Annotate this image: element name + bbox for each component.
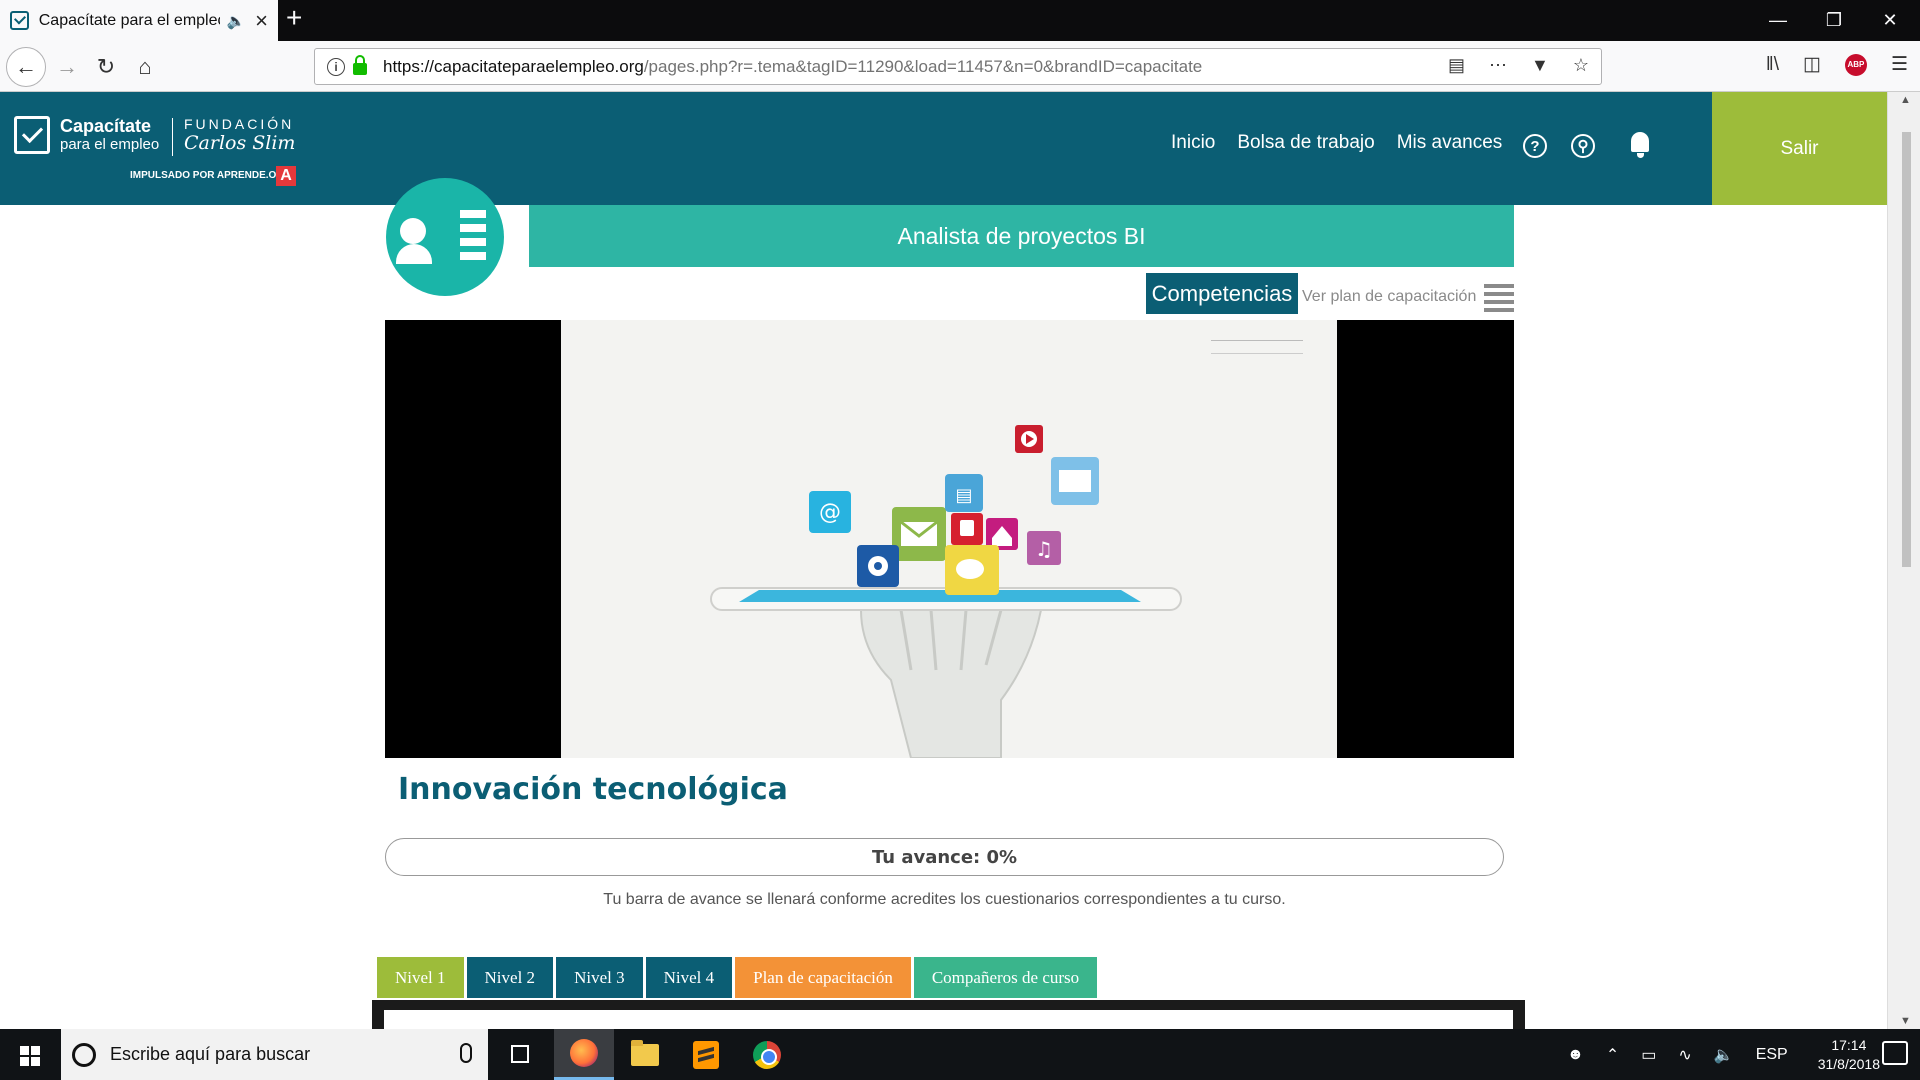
home-icon[interactable]: ⌂ [128,50,162,84]
wifi-icon[interactable]: ∿ [1678,1045,1691,1065]
browser-tab-strip: Capacítate para el empleo 🔈 × + — ❐ ✕ [0,0,1920,41]
site-header: Capacítate para el empleo FUNDACIÓN Carl… [0,92,1887,205]
people-icon[interactable]: ☻ [1567,1046,1584,1064]
svg-text:♫: ♫ [1035,537,1053,561]
system-tray: ☻ ⌃ ▭ ∿ 🔈 ESP 17:14 31/8/2018 [1545,1029,1920,1080]
person-icon [400,218,426,244]
scroll-down-icon[interactable]: ▼ [1900,1015,1911,1027]
site-favicon-icon [10,11,29,30]
checklist-logo-icon [14,116,50,154]
new-tab-button[interactable]: + [286,4,302,32]
reader-view-icon[interactable]: ▤ [1448,55,1465,76]
nav-inicio[interactable]: Inicio [1171,132,1215,154]
tab-title: Capacítate para el empleo [38,11,221,29]
course-icon [386,178,504,296]
url-text[interactable]: https://capacitateparaelempleo.org/pages… [383,57,1202,77]
bookmark-star-icon[interactable]: ☆ [1573,55,1589,76]
browser-tab[interactable]: Capacítate para el empleo 🔈 × [0,0,278,41]
speaker-icon[interactable]: 🔈 [226,12,245,30]
close-tab-icon[interactable]: × [255,9,268,32]
plan-list-icon[interactable] [1484,284,1514,312]
clock-time: 17:14 [1831,1036,1867,1053]
logo-carlos-slim: Carlos Slim [184,132,296,154]
logo-impulsado: IMPULSADO POR APRENDE.ORG [130,170,292,181]
logout-button[interactable]: Salir [1712,92,1887,205]
taskbar-clock[interactable]: 17:14 31/8/2018 [1818,1036,1880,1074]
chrome-taskbar-icon[interactable] [737,1029,797,1080]
file-explorer-taskbar-icon[interactable] [615,1029,675,1080]
language-indicator[interactable]: ESP [1756,1046,1788,1064]
back-icon[interactable]: ← [6,47,46,87]
url-bar[interactable]: i https://capacitateparaelempleo.org/pag… [314,48,1602,85]
forward-icon[interactable]: → [50,50,84,84]
notifications-bell-icon[interactable] [1628,132,1652,158]
logo-divider [172,118,173,156]
action-center-icon[interactable] [1882,1041,1908,1065]
scrollbar-thumb[interactable] [1902,132,1911,567]
tab-nivel-1[interactable]: Nivel 1 [377,957,464,998]
pocket-icon[interactable]: ▼ [1531,55,1549,76]
taskbar-search-placeholder[interactable]: Escribe aquí para buscar [110,1044,310,1065]
firefox-taskbar-icon[interactable] [554,1029,614,1080]
logo-subtitle: para el empleo [60,136,160,153]
course-title: Innovación tecnológica [398,772,788,807]
battery-icon[interactable]: ▭ [1641,1045,1656,1065]
page-actions-icon[interactable]: ⋯ [1489,55,1507,76]
lock-icon [353,55,367,75]
show-hidden-icons-icon[interactable]: ⌃ [1606,1045,1619,1065]
video-frame[interactable]: @ ▤ ♫ [561,320,1337,758]
tab-nivel-4[interactable]: Nivel 4 [645,957,733,998]
microphone-icon[interactable] [460,1043,472,1063]
logo-name: Capacítate [60,116,152,136]
page-scrollbar[interactable]: ▲ ▼ [1887,92,1920,1029]
site-nav: Inicio Bolsa de trabajo Mis avances [1171,132,1502,154]
minimize-icon[interactable]: — [1750,0,1806,41]
course-tabs: Nivel 1 Nivel 2 Nivel 3 Nivel 4 Plan de … [377,957,1098,998]
clock-date: 31/8/2018 [1817,1055,1880,1072]
task-view-icon[interactable] [511,1045,529,1063]
reload-icon[interactable]: ↻ [89,50,123,84]
windows-taskbar: Escribe aquí para buscar ☻ ⌃ ▭ ∿ 🔈 ESP 1… [0,1029,1920,1080]
sidebar-icon[interactable]: ◫ [1803,53,1821,76]
library-icon[interactable]: ‖\ [1766,54,1779,76]
browser-nav-bar: ← → ↻ ⌂ i https://capacitateparaelempleo… [0,41,1920,92]
tab-panel [372,1000,1525,1029]
course-banner: Analista de proyectos BI [529,205,1514,267]
nav-mis-avances[interactable]: Mis avances [1397,132,1503,154]
taskbar-search[interactable]: Escribe aquí para buscar [61,1029,488,1080]
scroll-up-icon[interactable]: ▲ [1900,94,1911,106]
competencias-button[interactable]: Competencias [1146,273,1298,314]
progress-label: Tu avance: 0% [871,846,1018,868]
tab-plan-de-capacitacion[interactable]: Plan de capacitación [735,957,911,998]
volume-icon[interactable]: 🔈 [1714,1045,1734,1065]
nav-bolsa-de-trabajo[interactable]: Bolsa de trabajo [1237,132,1374,154]
aprende-badge-icon: A [276,166,296,186]
progress-bar: Tu avance: 0% [385,838,1504,876]
cortana-icon[interactable] [72,1042,96,1067]
tab-nivel-3[interactable]: Nivel 3 [556,957,643,998]
adblock-icon[interactable]: ABP [1844,53,1867,76]
windows-start-icon[interactable] [20,1046,40,1066]
close-window-icon[interactable]: ✕ [1862,0,1918,41]
progress-note: Tu barra de avance se llenará conforme a… [603,891,1286,908]
svg-text:@: @ [819,500,841,525]
sublime-text-taskbar-icon[interactable] [676,1029,736,1080]
svg-text:▤: ▤ [955,485,972,506]
logo-fundacion: FUNDACIÓN [184,116,295,132]
tablet-apps-illustration: @ ▤ ♫ [710,425,1182,758]
restore-icon[interactable]: ❐ [1806,0,1862,41]
ver-plan-link[interactable]: Ver plan de capacitación [1302,288,1476,306]
video-player[interactable]: @ ▤ ♫ [385,320,1514,758]
menu-icon[interactable]: ☰ [1891,53,1908,76]
help-icon[interactable]: ? [1523,134,1547,158]
tab-companeros-de-curso[interactable]: Compañeros de curso [913,957,1098,998]
search-icon[interactable]: ⚲ [1571,134,1595,158]
site-info-icon[interactable]: i [327,57,345,76]
tab-nivel-2[interactable]: Nivel 2 [466,957,554,998]
